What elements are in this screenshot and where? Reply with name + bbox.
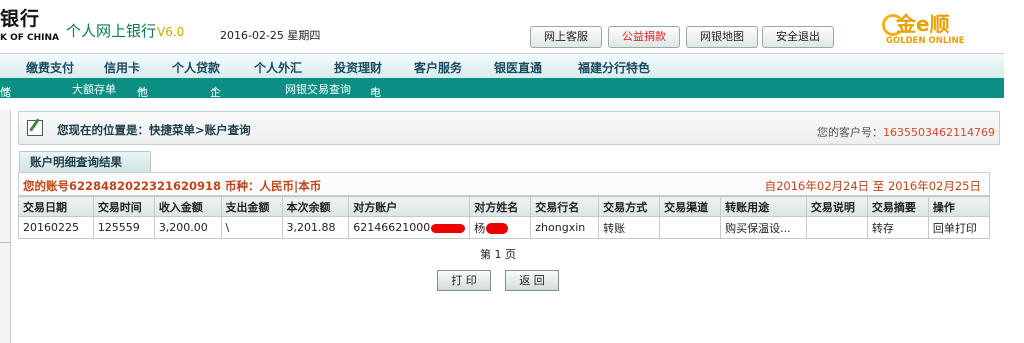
current-date: 2016-02-25 星期四 — [220, 29, 321, 42]
subnav-savings[interactable]: 储蓄业务 ⌄ — [0, 81, 11, 147]
date-range: 自2016年02月24日 至 2016年02月25日 — [764, 179, 981, 193]
cell-bank-name: zhongxin — [530, 216, 600, 239]
nav-item-payment[interactable]: 缴费支付 — [26, 59, 74, 76]
col-counterparty-name: 对方姓名 — [469, 196, 532, 217]
cell-summary: 转存 — [866, 216, 929, 239]
page-indicator: 第 1 页 — [480, 248, 516, 261]
col-income: 收入金额 — [153, 196, 222, 217]
subnav-large-deposit[interactable]: 大额存单 — [72, 81, 116, 97]
back-button[interactable]: 返 回 — [505, 270, 559, 291]
cell-date: 20160225 — [18, 216, 94, 239]
cell-balance: 3,201.88 — [281, 216, 350, 239]
customer-number: 您的客户号：1635503462114769 — [817, 126, 995, 139]
bank-map-button[interactable]: 网银地图 — [686, 26, 758, 48]
edit-note-icon — [27, 120, 43, 136]
subnav-other-bank-account[interactable]: 他行账户 ⌄ — [137, 81, 148, 147]
charity-donation-button[interactable]: 公益捐款 — [608, 26, 680, 48]
table-header-row: 交易日期 交易时间 收入金额 支出金额 本次余额 对方账户 对方姓名 交易行名 … — [18, 196, 991, 217]
col-purpose: 转账用途 — [720, 196, 807, 217]
cell-counterparty-account: 62146621000 — [348, 216, 471, 239]
tab-account-detail-result[interactable]: 账户明细查询结果 — [19, 151, 151, 172]
print-button[interactable]: 打 印 — [437, 270, 491, 291]
subnav-enterprise-service[interactable]: 企业服务 ⌄ — [210, 81, 221, 147]
col-expense: 支出金额 — [220, 196, 283, 217]
table-row: 20160225 125559 3,200.00 \ 3,201.88 6214… — [18, 216, 991, 239]
version-label: V6.0 — [157, 25, 185, 39]
top-header: 银行 K OF CHINA 个人网上银行V6.0 2016-02-25 星期四 … — [0, 0, 1024, 52]
left-panel-edge — [0, 110, 11, 343]
cell-expense: \ — [220, 216, 283, 239]
col-action: 操作 — [927, 196, 991, 217]
subnav-transaction-query[interactable]: 网银交易查询 — [285, 81, 351, 97]
cell-note — [805, 216, 868, 239]
col-counterparty-account: 对方账户 — [348, 196, 471, 217]
nav-item-credit-card[interactable]: 信用卡 — [104, 59, 140, 76]
safe-logout-button[interactable]: 安全退出 — [762, 26, 834, 48]
breadcrumb: 您现在的位置是：快捷菜单>账户查询 — [57, 123, 251, 137]
redaction-mark — [486, 223, 509, 234]
redaction-mark — [431, 223, 466, 233]
col-summary: 交易摘要 — [866, 196, 929, 217]
bank-logo-english: K OF CHINA — [0, 33, 60, 43]
account-number: 您的账号6228482022321620918 币种：人民币|本币 — [23, 179, 322, 193]
golden-online-logo: 金e顺 GOLDEN ONLINE — [882, 8, 1022, 48]
sub-nav: 储蓄业务 ⌄ 大额存单 他行账户 ⌄ 企业服务 ⌄ 网银交易查询 电子回单 ⌄ — [0, 78, 1004, 147]
main-nav: 缴费支付 信用卡 个人贷款 个人外汇 投资理财 客户服务 银医直通 福建分行特色 — [0, 53, 1004, 79]
product-title: 个人网上银行V6.0 — [66, 22, 185, 40]
nav-item-fujian-branch[interactable]: 福建分行特色 — [578, 59, 650, 76]
cell-purpose: 购买保温设... — [720, 216, 807, 239]
col-note: 交易说明 — [805, 196, 868, 217]
col-bank-name: 交易行名 — [530, 196, 600, 217]
cell-channel — [659, 216, 722, 239]
location-bar: 您现在的位置是：快捷菜单>账户查询 您的客户号：1635503462114769 — [18, 111, 1000, 145]
col-time: 交易时间 — [92, 196, 155, 217]
nav-item-investment[interactable]: 投资理财 — [334, 59, 382, 76]
subnav-e-receipt[interactable]: 电子回单 ⌄ — [370, 81, 381, 147]
cell-counterparty-name: 杨 — [469, 216, 532, 239]
col-balance: 本次余额 — [281, 196, 350, 217]
nav-item-personal-loan[interactable]: 个人贷款 — [172, 59, 220, 76]
nav-item-forex[interactable]: 个人外汇 — [254, 59, 302, 76]
col-date: 交易日期 — [18, 196, 94, 217]
col-channel: 交易渠道 — [659, 196, 722, 217]
bank-logo: 银行 — [0, 8, 41, 30]
col-method: 交易方式 — [598, 196, 661, 217]
nav-item-customer-service[interactable]: 客户服务 — [414, 59, 462, 76]
cell-income: 3,200.00 — [153, 216, 222, 239]
transaction-table: 交易日期 交易时间 收入金额 支出金额 本次余额 对方账户 对方姓名 交易行名 … — [18, 196, 991, 239]
cell-method: 转账 — [598, 216, 661, 239]
account-info-bar: 您的账号6228482022321620918 币种：人民币|本币 自2016年… — [18, 172, 990, 196]
print-receipt-link[interactable]: 回单打印 — [927, 216, 991, 239]
online-service-button[interactable]: 网上客服 — [530, 26, 602, 48]
cell-time: 125559 — [92, 216, 155, 239]
nav-item-medical[interactable]: 银医直通 — [494, 59, 542, 76]
